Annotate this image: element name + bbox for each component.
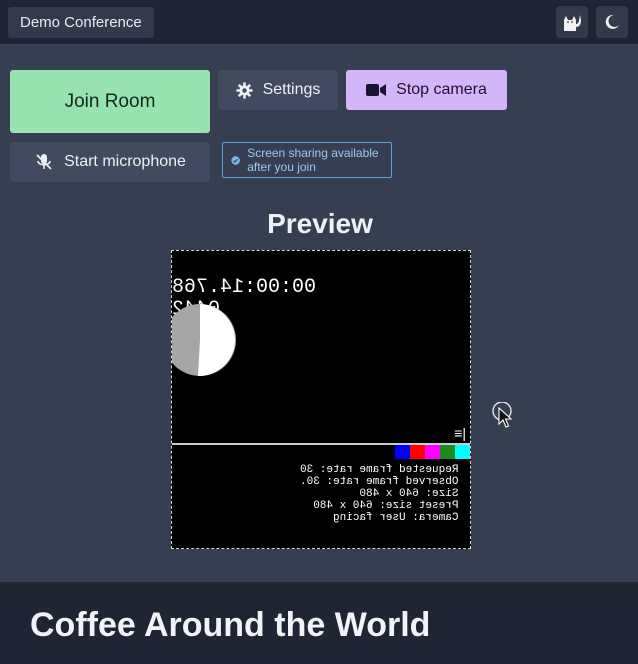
stat-line: Preset size: 640 x 480 [313, 500, 459, 512]
stat-line: Observed frame rate: 30. [300, 476, 459, 488]
preview-menu-glyph: |≡ [454, 425, 466, 441]
color-bar-magenta [425, 445, 440, 459]
gear-icon [236, 81, 253, 99]
preview-stats: Requested frame rate: 30 Observed frame r… [300, 464, 458, 524]
preview-clock-dial [172, 304, 236, 376]
moon-icon [605, 14, 619, 29]
stat-line: Size: 640 x 480 [359, 488, 459, 500]
color-bars [395, 445, 470, 459]
top-bar: Demo Conference [0, 0, 638, 45]
microphone-off-icon [36, 154, 52, 170]
preview-timestamp: 00:00:14.768 [172, 276, 317, 299]
dark-mode-button[interactable] [596, 6, 628, 38]
room-title: Coffee Around the World [30, 606, 431, 644]
settings-button[interactable]: Settings [218, 70, 338, 110]
stop-camera-button[interactable]: Stop camera [346, 70, 507, 110]
screen-share-note: Screen sharing available after you join [222, 142, 392, 178]
start-microphone-button[interactable]: Start microphone [10, 142, 210, 182]
camera-preview: 00:00:14.768 0442 |≡ Requested frame rat… [171, 250, 471, 549]
mouse-cursor-icon [492, 402, 513, 428]
stat-line: Requested frame rate: 30 [300, 464, 459, 476]
video-camera-icon [366, 84, 387, 96]
check-circle-icon [231, 155, 240, 165]
settings-label: Settings [262, 81, 321, 98]
start-microphone-label: Start microphone [64, 153, 186, 170]
cat-icon [564, 15, 581, 31]
theme-button[interactable] [556, 6, 588, 38]
screen-share-note-text: Screen sharing available after you join [247, 146, 379, 174]
color-bar-cyan [455, 445, 470, 459]
join-room-label: Join Room [64, 90, 156, 112]
color-bar-red [410, 445, 425, 459]
color-bar-blue [395, 445, 410, 459]
join-room-button[interactable]: Join Room [10, 70, 210, 133]
footer-bar: Coffee Around the World [0, 582, 638, 664]
stat-line: Camera: User facing [333, 512, 459, 524]
color-bar-green [440, 445, 455, 459]
stop-camera-label: Stop camera [396, 81, 487, 98]
preview-heading: Preview [267, 208, 373, 239]
conference-title[interactable]: Demo Conference [8, 7, 154, 38]
